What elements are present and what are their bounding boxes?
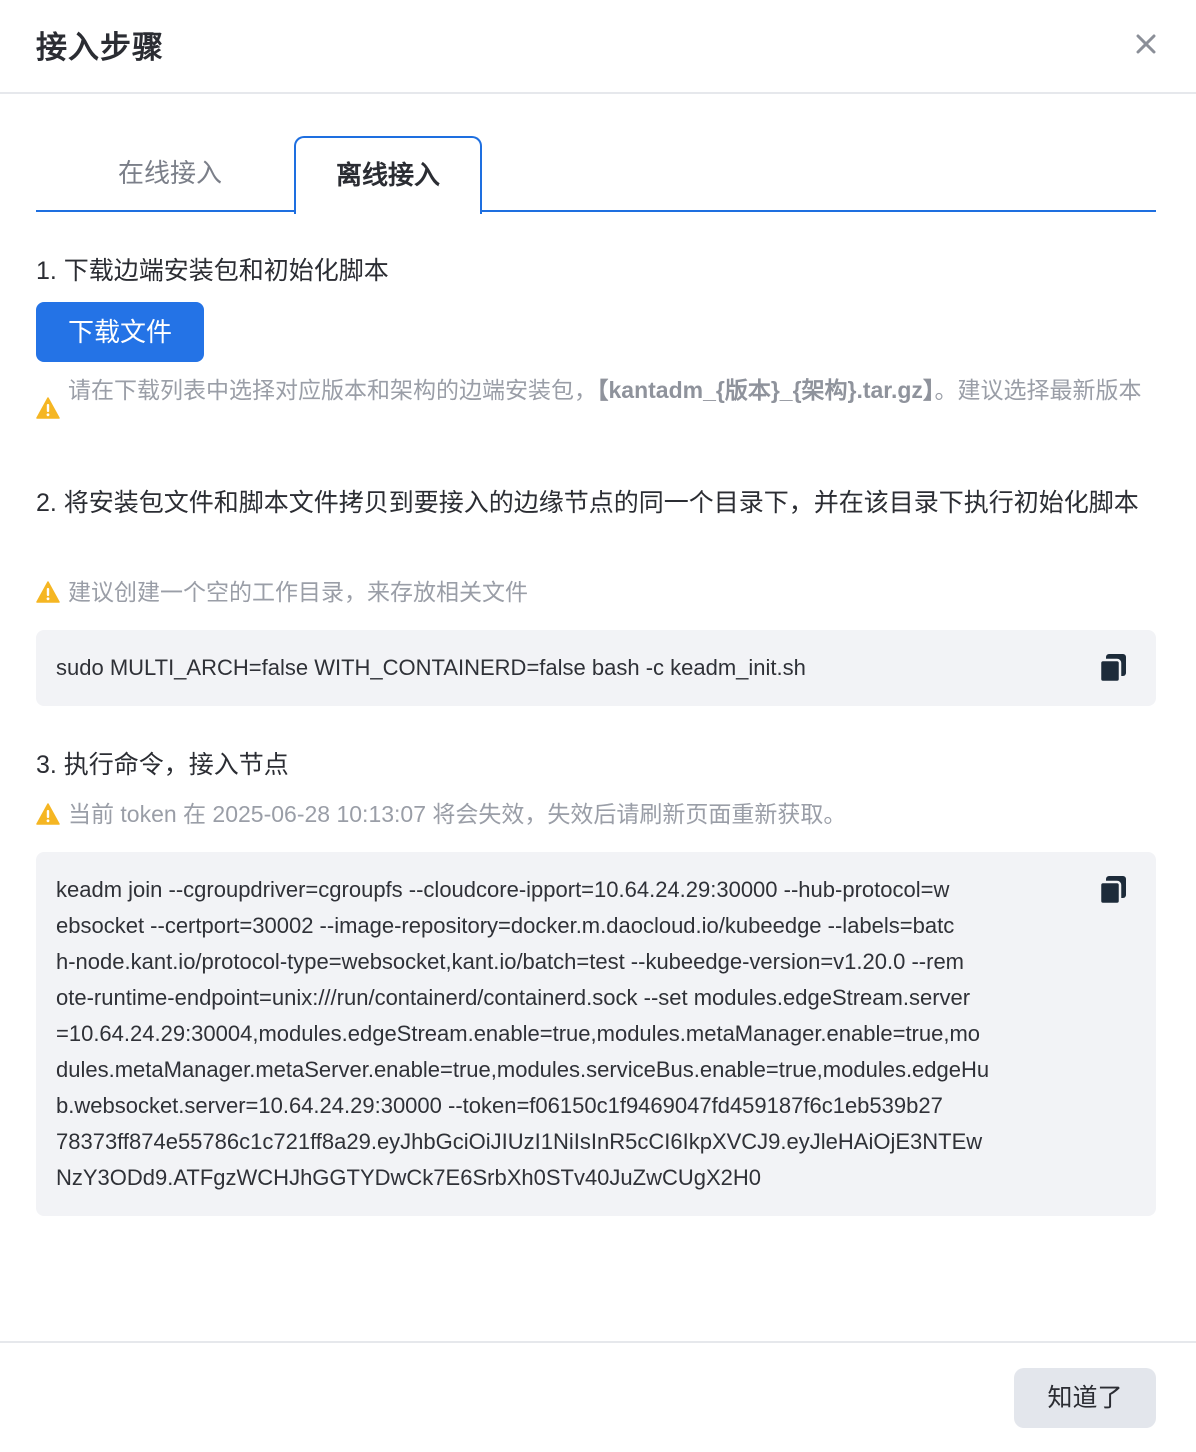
command-line: b.websocket.server=10.64.24.29:30000 --t… [56,1093,943,1118]
command-line: keadm join --cgroupdriver=cgroupfs --clo… [56,877,950,902]
command-line: ote-runtime-endpoint=unix:///run/contain… [56,985,971,1010]
warning-icon [36,581,60,603]
download-file-button[interactable]: 下载文件 [36,302,204,362]
step2-label: 2. 将安装包文件和脚本文件拷贝到要接入的边缘节点的同一个目录下，并在该目录下执… [36,489,1139,517]
init-command-text: sudo MULTI_ARCH=false WITH_CONTAINERD=fa… [56,655,806,680]
step2-warning-text: 建议创建一个空的工作目录，来存放相关文件 [68,579,528,605]
init-command-block: sudo MULTI_ARCH=false WITH_CONTAINERD=fa… [36,630,1156,706]
copy-icon[interactable] [1098,652,1130,684]
dialog-title: 接入步骤 [36,30,164,65]
command-line: ebsocket --certport=30002 --image-reposi… [56,913,955,938]
step3-label: 3. 执行命令，接入节点 [36,751,289,779]
package-name: 【kantadm_{版本}_{架构}.tar.gz】 [597,377,935,403]
tab-baseline [36,210,1156,212]
step2-warning: 建议创建一个空的工作目录，来存放相关文件 [36,574,1156,610]
join-command-text: keadm join --cgroupdriver=cgroupfs --clo… [56,872,1096,1196]
tab-bar: 在线接入 离线接入 [36,136,1156,214]
copy-icon[interactable] [1098,874,1130,906]
command-line: dules.metaManager.metaServer.enable=true… [56,1057,990,1082]
step3-warning: 当前 token 在 2025-06-28 10:13:07 将会失效，失效后请… [36,796,1156,832]
command-line: =10.64.24.29:30004,modules.edgeStream.en… [56,1021,981,1046]
step3-warning-text: 当前 token 在 2025-06-28 10:13:07 将会失效，失效后请… [68,801,847,827]
tab-offline[interactable]: 离线接入 [294,136,482,214]
join-command-block: keadm join --cgroupdriver=cgroupfs --clo… [36,852,1156,1216]
warning-icon [36,803,60,825]
ok-button[interactable]: 知道了 [1014,1368,1156,1428]
tab-online[interactable]: 在线接入 [76,136,264,210]
warning-icon [36,397,60,419]
dialog-header: 接入步骤 [0,0,1196,94]
command-line: 78373ff874e55786c1c721ff8a29.eyJhbGciOiJ… [56,1129,983,1154]
step1-warning-text: 请在下载列表中选择对应版本和架构的边端安装包，【kantadm_{版本}_{架构… [68,377,1142,403]
command-line: NzY3ODd9.ATFgzWCHJhGGTYDwCk7E6SrbXh0STv4… [56,1165,762,1190]
step1-warning: 请在下载列表中选择对应版本和架构的边端安装包，【kantadm_{版本}_{架构… [36,372,1156,444]
close-icon[interactable] [1128,28,1164,60]
step1-label: 1. 下载边端安装包和初始化脚本 [36,257,389,285]
command-line: h-node.kant.io/protocol-type=websocket,k… [56,949,965,974]
